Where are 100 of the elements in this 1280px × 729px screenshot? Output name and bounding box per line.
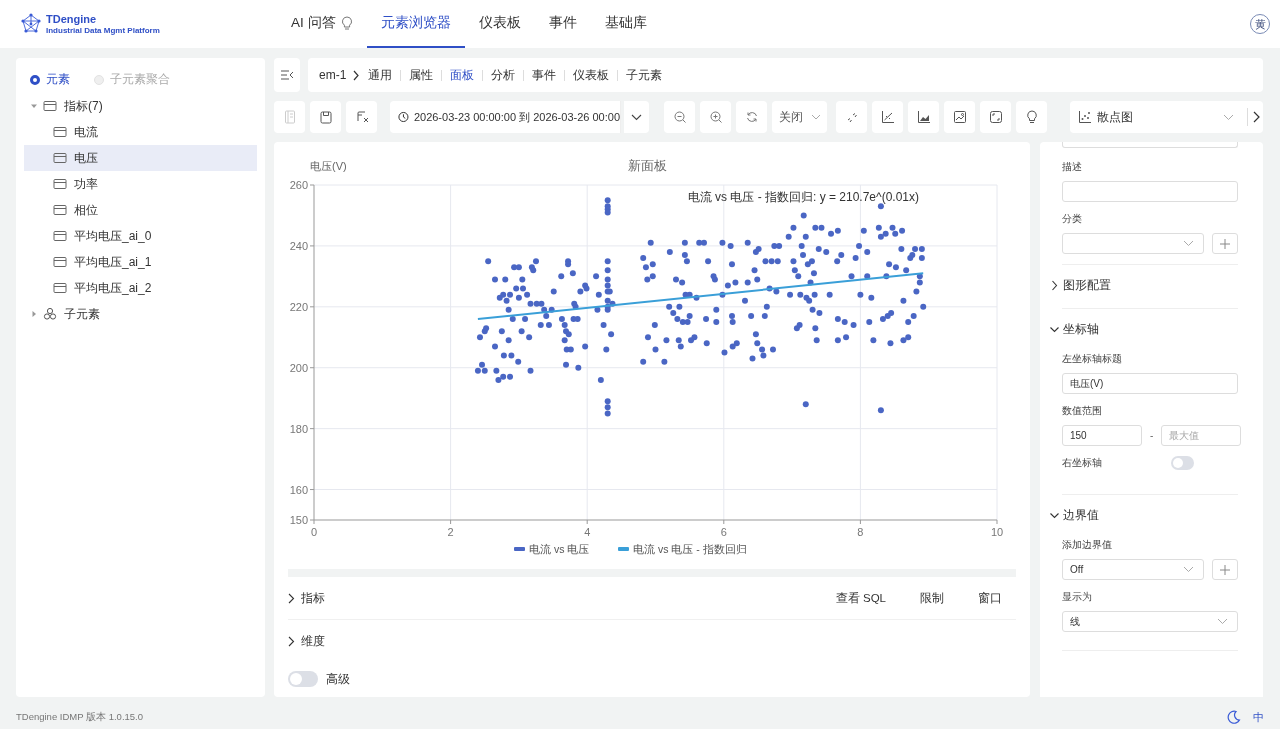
image-icon (952, 110, 967, 124)
legend-label[interactable]: 电流 vs 电压 - 指数回归 (633, 543, 747, 555)
dashes-icon (845, 111, 858, 123)
tree-label: 平均电压_ai_1 (74, 253, 152, 271)
tree-item[interactable]: 相位 (24, 197, 257, 223)
language-button[interactable]: 中 (1253, 709, 1264, 725)
tree-item[interactable]: 功率 (24, 171, 257, 197)
tree-label: 功率 (74, 175, 98, 193)
tree-label: 平均电压_ai_2 (74, 279, 152, 297)
select-field[interactable]: Off (1062, 559, 1204, 580)
tree-item[interactable]: 平均电压_ai_2 (24, 275, 257, 301)
moon-icon[interactable] (1227, 710, 1241, 724)
dropdown-button[interactable] (624, 101, 649, 133)
save-icon (319, 110, 332, 124)
trend-chart-icon (880, 110, 895, 124)
chart-type-text: 散点图 (1097, 108, 1133, 126)
legend-label[interactable]: 电流 vs 电压 (529, 543, 590, 555)
zoom-in-button[interactable] (700, 101, 731, 133)
toggle-switch[interactable] (1171, 456, 1194, 470)
field-label: 数值范围 (1062, 404, 1103, 418)
breadcrumb-tab[interactable]: 通用 (360, 67, 401, 83)
breadcrumb-tab[interactable]: 仪表板 (565, 67, 618, 83)
text-field[interactable]: 电压(V) (1062, 373, 1238, 394)
field-label: 显示为 (1062, 590, 1093, 604)
fullscreen-button[interactable] (980, 101, 1011, 133)
chevron-icon (1049, 510, 1060, 521)
card-icon (53, 282, 67, 294)
text-field[interactable] (1062, 181, 1238, 202)
save-button[interactable] (310, 101, 341, 133)
y-axis-title: 电压(V) (310, 160, 347, 172)
nav-tab[interactable]: AI 问答 (277, 0, 367, 48)
tree-item[interactable]: 平均电压_ai_0 (24, 223, 257, 249)
tree-item[interactable]: 电压 (24, 145, 257, 171)
add-button[interactable] (1212, 559, 1238, 580)
area-chart-icon (916, 110, 931, 124)
scatter-chart-icon (1078, 110, 1092, 124)
chevron-icon (288, 635, 295, 647)
nav-tab[interactable]: 仪表板 (464, 0, 535, 48)
nav-tab[interactable]: 事件 (534, 0, 591, 48)
tree-item[interactable]: 平均电压_ai_1 (24, 249, 257, 275)
breadcrumb-tab[interactable]: 子元素 (618, 67, 671, 83)
advanced-switch[interactable] (288, 671, 318, 687)
clear-icon (354, 110, 369, 124)
image-button[interactable] (944, 101, 975, 133)
settings-section-toggle[interactable]: 边界值 (1049, 507, 1099, 524)
chevron-icon (1049, 324, 1060, 335)
nav-tab[interactable]: 元素浏览器 (366, 0, 465, 48)
tree-label: 电压 (74, 149, 98, 167)
y-tick-label: 240 (289, 239, 308, 252)
section-action[interactable]: 限制 (920, 590, 944, 606)
refresh-icon (745, 111, 758, 123)
card-icon (53, 230, 67, 242)
advanced-label: 高级 (326, 670, 350, 688)
mode-radio[interactable]: 元素 (30, 72, 70, 87)
select-field[interactable]: 线 (1062, 611, 1238, 632)
tree-label: 子元素 (64, 305, 100, 323)
zoom-out-button[interactable] (664, 101, 695, 133)
tree-label: 指标(7) (64, 97, 103, 115)
breadcrumb-tab[interactable]: 面板 (442, 67, 483, 83)
y-tick-label: 200 (289, 361, 308, 374)
x-tick-label: 0 (310, 526, 318, 538)
select-field[interactable] (1062, 233, 1204, 254)
settings-section-toggle[interactable]: 坐标轴 (1049, 321, 1099, 338)
tree-item[interactable]: 电流 (24, 119, 257, 145)
regression-annotation: 电流 vs 电压 - 指数回归: y = 210.7e^(0.01x) (687, 190, 919, 204)
settings-section-toggle[interactable]: 图形配置 (1049, 277, 1111, 294)
nav-tab[interactable]: 基础库 (590, 0, 661, 48)
lightbulb-button[interactable] (1016, 101, 1047, 133)
zoom-in-icon (709, 111, 722, 123)
card-icon (53, 126, 67, 138)
collapse-button[interactable] (274, 58, 300, 92)
area-chart-button[interactable] (908, 101, 939, 133)
card-icon (53, 178, 67, 190)
breadcrumb-tab[interactable]: 事件 (524, 67, 565, 83)
breadcrumb-tab[interactable]: 属性 (401, 67, 442, 83)
date-range-picker[interactable]: 2026-03-23 00:00:00 到 2026-03-26 00:00 (390, 101, 621, 133)
trend-chart-button[interactable] (872, 101, 903, 133)
field-label: 添加边界值 (1062, 538, 1113, 552)
max-field[interactable]: 最大值 (1161, 425, 1242, 446)
section-toggle[interactable]: 指标 (288, 589, 325, 607)
lightbulb-icon (1025, 110, 1038, 124)
range-separator: - (1150, 430, 1154, 441)
section-action[interactable]: 窗口 (978, 590, 1002, 606)
field-label: 右坐标轴 (1062, 456, 1102, 470)
refresh-button[interactable] (736, 101, 767, 133)
section-toggle[interactable]: 维度 (288, 632, 325, 650)
element-name: em-1 (319, 68, 347, 82)
x-tick-label: 6 (720, 526, 727, 538)
clear-button[interactable] (346, 101, 377, 133)
chart-type-select[interactable]: 散点图 (1070, 101, 1263, 133)
breadcrumb-tab[interactable]: 分析 (483, 67, 524, 83)
logo-icon (20, 13, 42, 35)
section-action[interactable]: 查看 SQL (835, 590, 886, 606)
tree-item[interactable]: 指标(7) (24, 93, 257, 119)
min-field[interactable]: 150 (1062, 425, 1142, 446)
add-button[interactable] (1212, 233, 1238, 254)
field-label: 分类 (1062, 212, 1083, 226)
plus-icon (1220, 564, 1230, 575)
tree-item[interactable]: 子元素 (24, 301, 257, 327)
refresh-select[interactable]: 关闭 (772, 101, 827, 133)
